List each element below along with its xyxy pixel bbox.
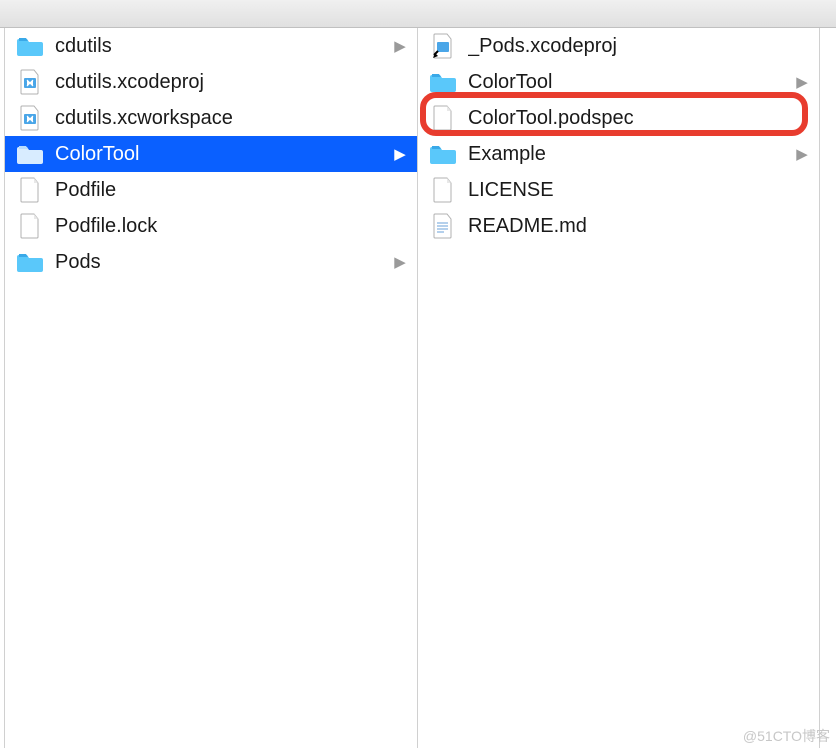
item-label: ColorTool <box>468 71 793 94</box>
folder-icon <box>428 67 458 97</box>
list-item[interactable]: Example ▶ <box>418 136 819 172</box>
xcworkspace-icon <box>15 103 45 133</box>
list-item-highlighted[interactable]: ColorTool.podspec <box>418 100 819 136</box>
item-label: cdutils.xcodeproj <box>55 71 409 94</box>
finder-columns: cdutils ▶ cdutils.xcodeproj cdutils.xcwo… <box>0 28 836 748</box>
folder-icon <box>15 139 45 169</box>
item-label: _Pods.xcodeproj <box>468 35 811 58</box>
xcodeproj-icon <box>15 67 45 97</box>
xcodeproj-alias-icon <box>428 31 458 61</box>
folder-icon <box>15 247 45 277</box>
chevron-right-icon: ▶ <box>391 145 409 163</box>
chevron-right-icon: ▶ <box>391 37 409 55</box>
list-item[interactable]: cdutils ▶ <box>5 28 417 64</box>
item-label: Podfile.lock <box>55 215 409 238</box>
folder-icon <box>15 31 45 61</box>
item-label: LICENSE <box>468 179 811 202</box>
list-item[interactable]: Pods ▶ <box>5 244 417 280</box>
list-item[interactable]: Podfile <box>5 172 417 208</box>
list-item[interactable]: cdutils.xcodeproj <box>5 64 417 100</box>
list-item[interactable]: LICENSE <box>418 172 819 208</box>
list-item[interactable]: README.md <box>418 208 819 244</box>
item-label: ColorTool <box>55 143 391 166</box>
item-label: Podfile <box>55 179 409 202</box>
list-item[interactable]: cdutils.xcworkspace <box>5 100 417 136</box>
item-label: cdutils <box>55 35 391 58</box>
folder-icon <box>428 139 458 169</box>
item-label: Pods <box>55 251 391 274</box>
file-icon <box>428 175 458 205</box>
markdown-icon <box>428 211 458 241</box>
chevron-right-icon: ▶ <box>793 73 811 91</box>
file-icon <box>428 103 458 133</box>
column-left: cdutils ▶ cdutils.xcodeproj cdutils.xcwo… <box>4 28 418 748</box>
item-label: Example <box>468 143 793 166</box>
item-label: ColorTool.podspec <box>468 107 811 130</box>
file-icon <box>15 211 45 241</box>
column-right: _Pods.xcodeproj ColorTool ▶ ColorTool.po… <box>418 28 820 748</box>
list-item[interactable]: ColorTool ▶ <box>418 64 819 100</box>
toolbar <box>0 0 836 28</box>
watermark: @51CTO博客 <box>743 726 830 746</box>
chevron-right-icon: ▶ <box>391 253 409 271</box>
list-item[interactable]: Podfile.lock <box>5 208 417 244</box>
chevron-right-icon: ▶ <box>793 145 811 163</box>
list-item[interactable]: _Pods.xcodeproj <box>418 28 819 64</box>
list-item-selected[interactable]: ColorTool ▶ <box>5 136 417 172</box>
item-label: cdutils.xcworkspace <box>55 107 409 130</box>
file-icon <box>15 175 45 205</box>
item-label: README.md <box>468 215 811 238</box>
